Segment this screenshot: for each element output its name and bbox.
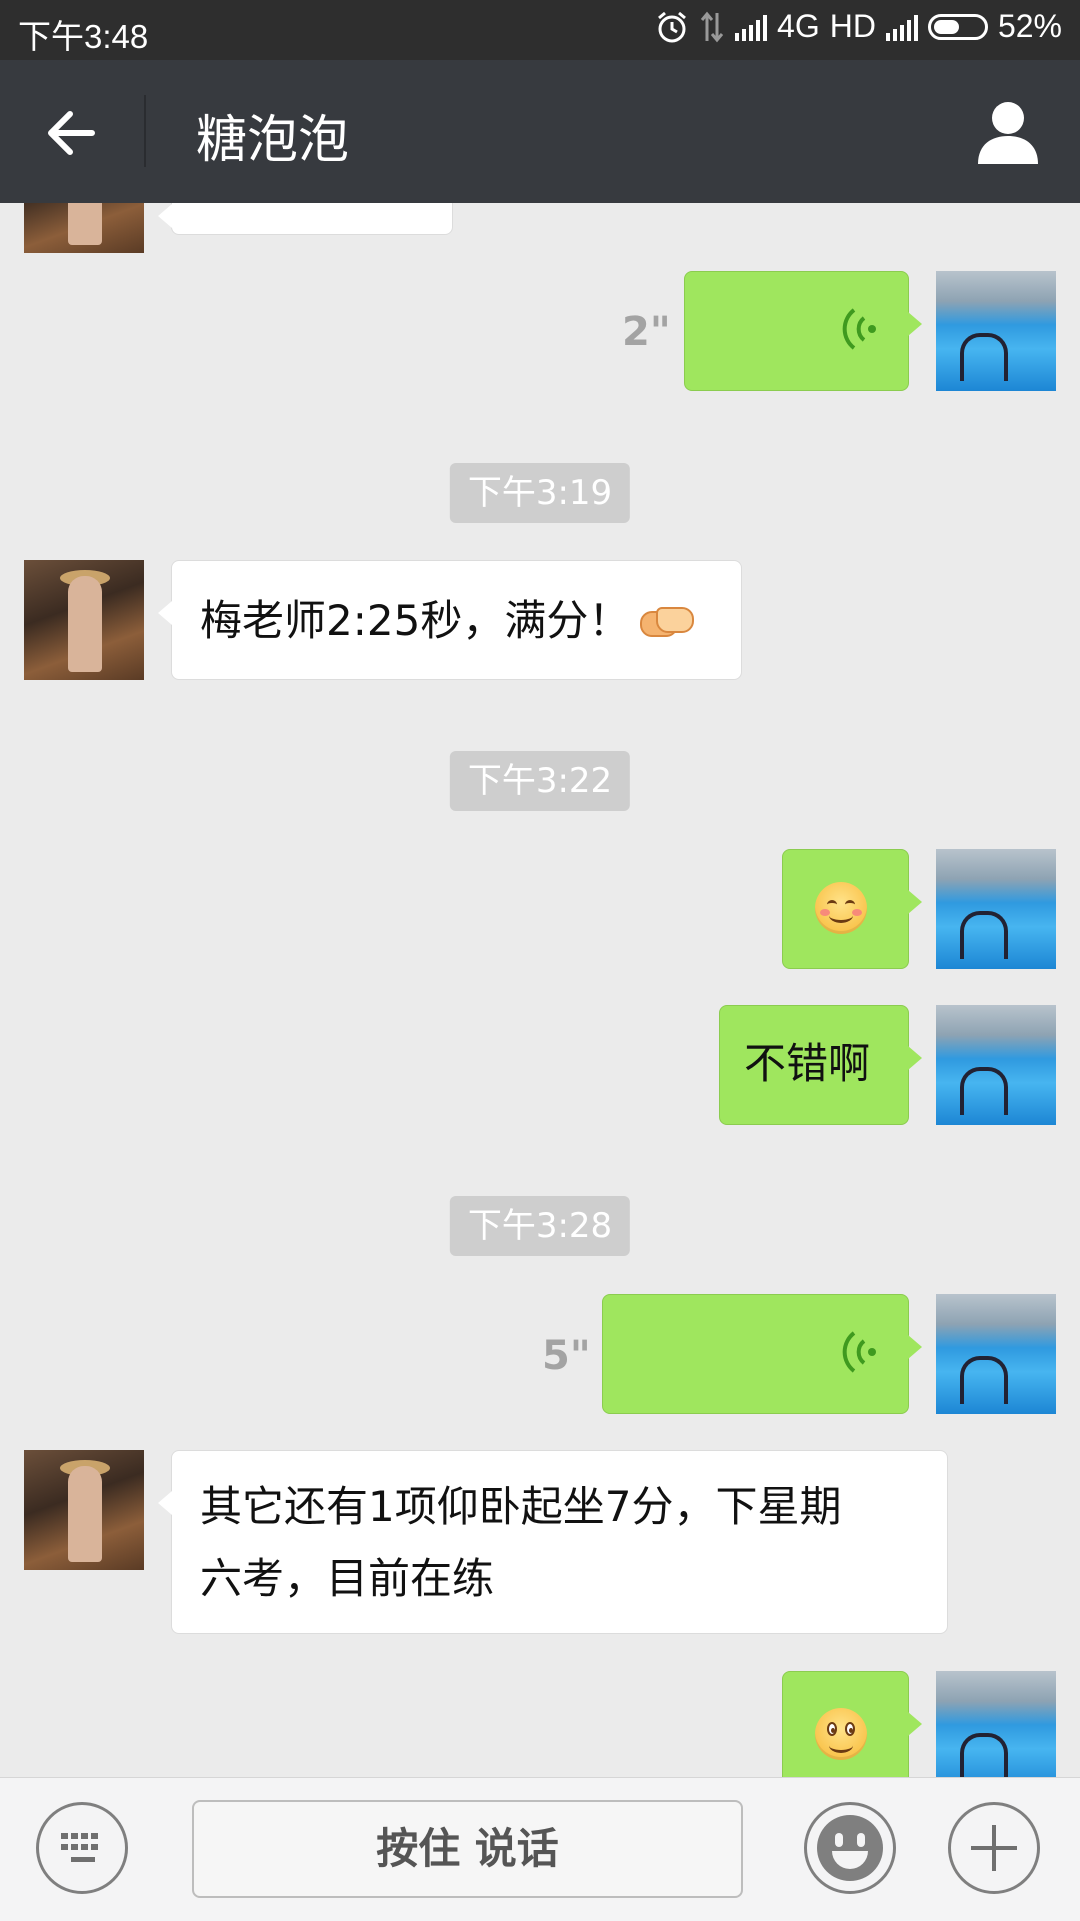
emoji-message-bubble[interactable]: [782, 1671, 922, 1777]
message-bubble-incoming[interactable]: 梅老师2:25秒，满分！: [158, 560, 742, 680]
status-icons: 4G HD 52%: [655, 8, 1062, 45]
my-avatar[interactable]: [936, 1294, 1056, 1414]
grin-emoji: [815, 1708, 867, 1760]
message-text-line: 六考，目前在练: [200, 1554, 495, 1603]
message-bubble-incoming[interactable]: 其它还有1项仰卧起坐7分，下星期 六考，目前在练: [158, 1450, 948, 1634]
person-icon: [978, 102, 1038, 164]
header-divider: [144, 95, 146, 167]
battery-percent: 52%: [997, 8, 1062, 44]
avatar[interactable]: [24, 203, 144, 253]
battery-icon: [927, 13, 988, 40]
emoji-face-icon: [817, 1815, 883, 1881]
timestamp: 下午3:19: [449, 463, 631, 523]
chat-header: 糖泡泡: [0, 60, 1080, 203]
voice-wave-icon: [842, 1331, 876, 1373]
voice-duration: 2": [622, 309, 671, 355]
emoji-button[interactable]: [804, 1802, 896, 1894]
network-type: 4G: [777, 8, 820, 44]
signal-icon: [735, 13, 768, 41]
status-time: 下午3:48: [18, 18, 149, 55]
back-button[interactable]: [40, 98, 110, 168]
keyboard-icon: [61, 1833, 105, 1863]
my-avatar[interactable]: [936, 1671, 1056, 1777]
message-bubble-outgoing[interactable]: 不错啊: [719, 1005, 922, 1125]
timestamp: 下午3:28: [449, 1196, 631, 1256]
voice-message-bubble[interactable]: [602, 1294, 922, 1414]
avatar[interactable]: [24, 560, 144, 680]
message-bubble-incoming[interactable]: [158, 203, 453, 235]
my-avatar[interactable]: [936, 1005, 1056, 1125]
handshake-emoji: [640, 601, 695, 641]
signal-icon: [885, 13, 918, 41]
voice-wave-icon: [842, 308, 876, 350]
message-text-line: 其它还有1项仰卧起坐7分，下星期: [200, 1482, 842, 1531]
my-avatar[interactable]: [936, 849, 1056, 969]
chat-title: 糖泡泡: [196, 111, 350, 170]
voice-message-bubble[interactable]: [684, 271, 922, 391]
input-bar: 按住 说话: [0, 1777, 1080, 1921]
chat-info-button[interactable]: [972, 96, 1044, 168]
emoji-message-bubble[interactable]: [782, 849, 922, 969]
hd-indicator: HD: [829, 8, 876, 44]
message-text: 不错啊: [744, 1039, 871, 1088]
more-options-button[interactable]: [948, 1802, 1040, 1894]
timestamp: 下午3:22: [449, 751, 631, 811]
my-avatar[interactable]: [936, 271, 1056, 391]
hold-to-talk-button[interactable]: 按住 说话: [192, 1800, 743, 1898]
smile-emoji: [815, 882, 867, 934]
alarm-icon: [658, 11, 687, 42]
status-bar: 下午3:48 4G HD 52%: [0, 0, 1080, 60]
avatar[interactable]: [24, 1450, 144, 1570]
data-arrows-icon: [700, 11, 724, 42]
message-text: 梅老师2:25秒，满分！: [200, 596, 631, 645]
message-list[interactable]: 2" 下午3:19 梅老师2:25秒，满分！ 下午3:22 不错啊 下午3:28…: [0, 203, 1080, 1777]
arrow-left-icon: [48, 111, 95, 155]
keyboard-toggle-button[interactable]: [36, 1802, 128, 1894]
voice-duration: 5": [542, 1333, 591, 1379]
